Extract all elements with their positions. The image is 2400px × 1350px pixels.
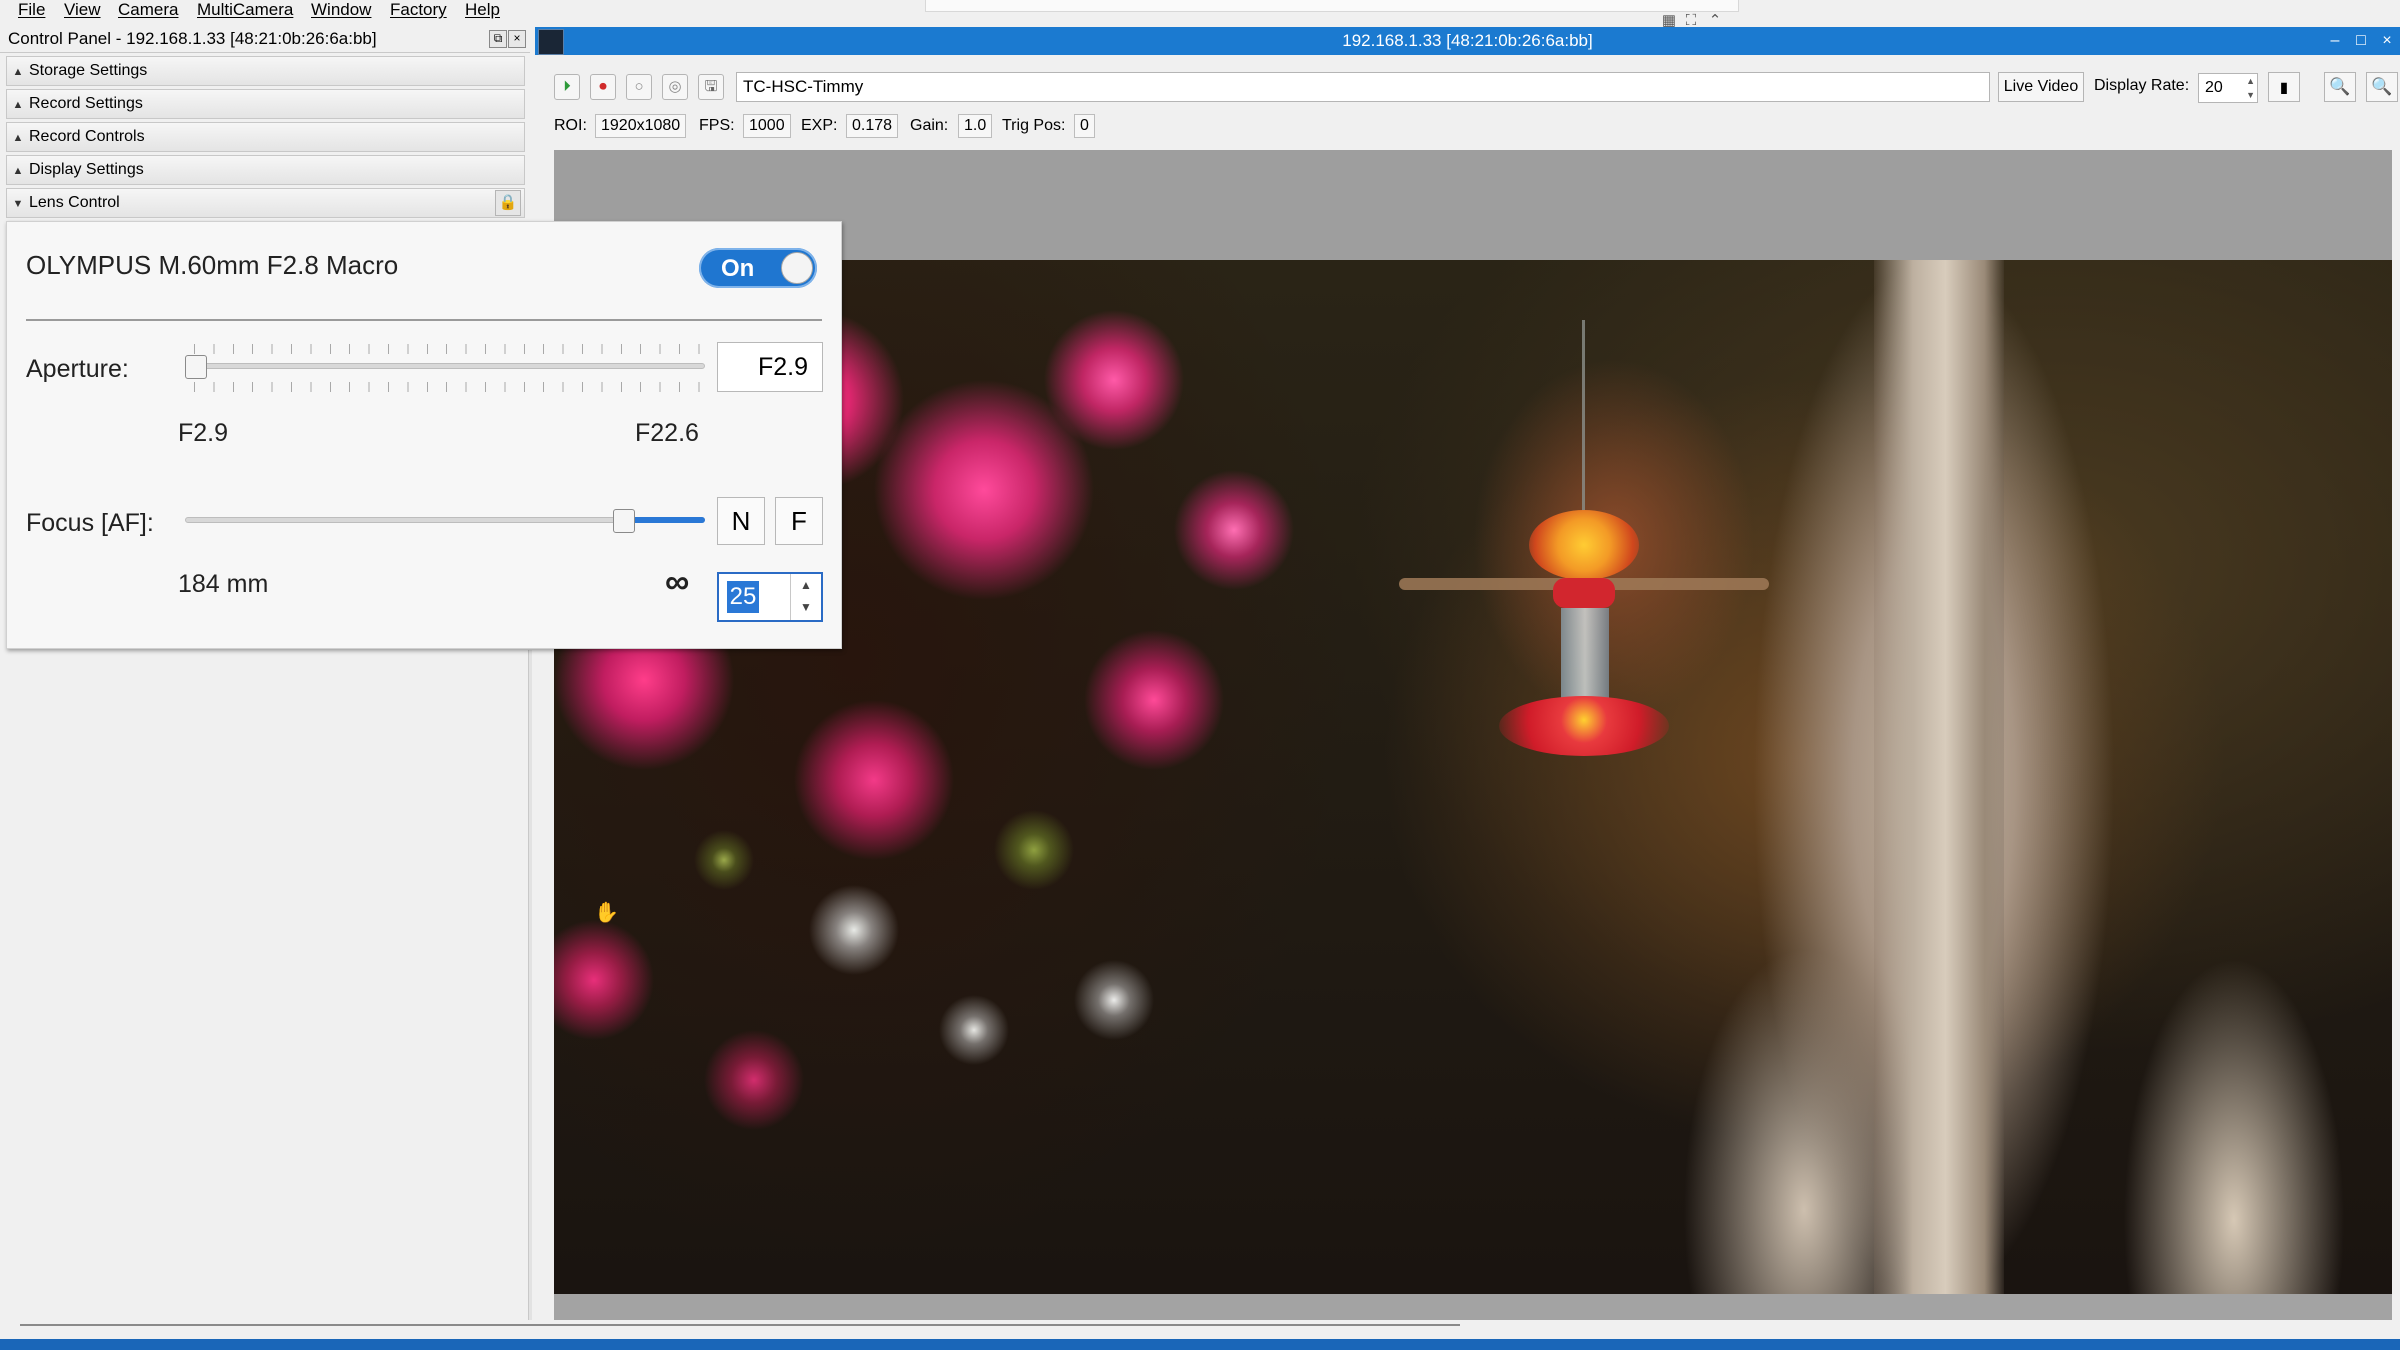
trigger-icon[interactable]: ○ bbox=[626, 74, 652, 100]
spinner-arrows-icon[interactable]: ▲ ▼ bbox=[2246, 74, 2255, 102]
lens-power-toggle[interactable]: On bbox=[699, 248, 817, 288]
display-rate-label: Display Rate: bbox=[2094, 77, 2190, 94]
aperture-max-label: F22.6 bbox=[635, 419, 699, 447]
section-storage-settings[interactable]: ▲ Storage Settings bbox=[6, 56, 525, 86]
floating-toolbar-strip bbox=[925, 0, 1739, 12]
camera-window-title: 192.168.1.33 [48:21:0b:26:6a:bb] bbox=[1342, 31, 1593, 50]
section-label: Lens Control bbox=[29, 194, 120, 211]
record-icon[interactable]: ⏺ bbox=[590, 74, 616, 100]
maximize-icon[interactable]: □ bbox=[2352, 31, 2370, 51]
control-panel-title: Control Panel - 192.168.1.33 [48:21:0b:2… bbox=[0, 25, 530, 53]
focus-far-button[interactable]: F bbox=[775, 497, 823, 545]
focus-distance: 184 mm bbox=[178, 570, 269, 598]
section-label: Display Settings bbox=[29, 161, 144, 178]
menu-factory[interactable]: Factory bbox=[390, 0, 447, 20]
feeder-cap bbox=[1553, 578, 1615, 608]
zoom-out-icon[interactable]: 🔍 bbox=[2366, 72, 2398, 102]
fps-value: 1000 bbox=[743, 114, 791, 138]
roi-label: ROI: bbox=[554, 117, 587, 134]
focus-step-value[interactable]: 25 bbox=[727, 581, 759, 613]
feeder-wire bbox=[1582, 320, 1585, 520]
gain-value: 1.0 bbox=[958, 114, 993, 138]
camera-name-field[interactable]: TC-HSC-Timmy bbox=[736, 72, 1990, 102]
save-icon[interactable]: 🖫 bbox=[698, 74, 724, 100]
collapse-arrow-icon: ▲ bbox=[12, 99, 24, 111]
menu-window[interactable]: Window bbox=[311, 0, 371, 20]
focus-slider-handle[interactable] bbox=[613, 509, 636, 533]
menu-view[interactable]: View bbox=[64, 0, 101, 20]
aperture-ticks-top bbox=[194, 344, 704, 354]
section-display-settings[interactable]: ▲ Display Settings bbox=[6, 155, 525, 185]
menu-help[interactable]: Help bbox=[465, 0, 500, 20]
exp-value: 0.178 bbox=[846, 114, 899, 138]
infinity-icon: ∞ bbox=[665, 563, 690, 601]
focus-near-button[interactable]: N bbox=[717, 497, 765, 545]
play-icon[interactable]: ⏵ bbox=[554, 74, 580, 100]
camera-app-icon bbox=[538, 29, 564, 55]
lens-name: OLYMPUS M.60mm F2.8 Macro bbox=[26, 250, 399, 280]
trig-pos-label: Trig Pos: bbox=[1002, 117, 1066, 134]
collapse-arrow-icon: ▲ bbox=[12, 132, 24, 144]
roi-value: 1920x1080 bbox=[595, 114, 687, 138]
gain-label: Gain: bbox=[910, 117, 949, 134]
hummingbird-feeder bbox=[1399, 320, 1769, 760]
feeder-flower bbox=[1529, 510, 1639, 580]
live-video-button[interactable]: Live Video bbox=[1998, 72, 2084, 102]
panel-splitter[interactable] bbox=[528, 650, 532, 1320]
display-rate-value: 20 bbox=[2205, 79, 2223, 96]
control-panel-title-text: Control Panel - 192.168.1.33 [48:21:0b:2… bbox=[8, 29, 377, 48]
divider bbox=[26, 319, 822, 321]
zoom-in-icon[interactable]: 🔍 bbox=[2324, 72, 2356, 102]
close-icon[interactable]: × bbox=[508, 30, 526, 48]
menu-file[interactable]: File bbox=[18, 0, 45, 20]
menu-camera[interactable]: Camera bbox=[118, 0, 178, 20]
collapse-arrow-icon: ▲ bbox=[12, 66, 24, 78]
toggle-label: On bbox=[721, 255, 755, 282]
section-lens-control[interactable]: ▼ Lens Control 🔒 bbox=[6, 188, 525, 218]
focus-label: Focus [AF]: bbox=[26, 509, 154, 537]
focus-slider-fill bbox=[624, 517, 705, 523]
aperture-slider-track[interactable] bbox=[185, 363, 705, 369]
hand-cursor-icon: ✋ bbox=[594, 902, 619, 924]
pause-button[interactable]: ▮ bbox=[2268, 72, 2300, 102]
horizontal-scrollbar[interactable] bbox=[20, 1324, 1460, 1334]
status-bar bbox=[0, 1339, 2400, 1350]
section-label: Storage Settings bbox=[29, 62, 148, 79]
aperture-ticks-bottom bbox=[194, 382, 704, 392]
tree-trunk bbox=[1874, 260, 2004, 1294]
trig-pos-value: 0 bbox=[1074, 114, 1095, 138]
lens-control-popup: OLYMPUS M.60mm F2.8 Macro On Aperture: F… bbox=[6, 221, 842, 649]
section-record-controls[interactable]: ▲ Record Controls bbox=[6, 122, 525, 152]
control-panel-body bbox=[6, 650, 525, 1320]
stop-icon[interactable]: ◎ bbox=[662, 74, 688, 100]
video-scrollbar[interactable] bbox=[554, 1294, 2392, 1320]
spinner-arrows-icon[interactable]: ▲ ▼ bbox=[790, 574, 821, 620]
camera-window-titlebar: 192.168.1.33 [48:21:0b:26:6a:bb] – □ × bbox=[535, 27, 2400, 55]
lock-icon[interactable]: 🔒 bbox=[495, 190, 521, 216]
aperture-slider-handle[interactable] bbox=[185, 355, 207, 379]
menu-multicamera[interactable]: MultiCamera bbox=[197, 0, 293, 20]
focus-step-spinner[interactable]: 25 ▲ ▼ bbox=[717, 572, 823, 622]
feeder-reservoir bbox=[1561, 608, 1609, 708]
minimize-icon[interactable]: – bbox=[2326, 31, 2344, 51]
aperture-label: Aperture: bbox=[26, 355, 129, 383]
collapse-arrow-icon: ▲ bbox=[12, 165, 24, 177]
section-label: Record Settings bbox=[29, 95, 143, 112]
feeder-base bbox=[1499, 696, 1669, 756]
display-rate-spinner[interactable]: 20 ▲ ▼ bbox=[2198, 73, 2258, 103]
exp-label: EXP: bbox=[801, 117, 838, 134]
fps-label: FPS: bbox=[699, 117, 735, 134]
expand-arrow-icon: ▼ bbox=[12, 198, 24, 210]
undock-icon[interactable]: ⧉ bbox=[489, 30, 507, 48]
aperture-value-field[interactable]: F2.9 bbox=[717, 342, 823, 392]
aperture-min-label: F2.9 bbox=[178, 419, 229, 447]
toggle-knob bbox=[781, 252, 813, 284]
section-label: Record Controls bbox=[29, 128, 145, 145]
close-window-icon[interactable]: × bbox=[2378, 31, 2396, 51]
section-record-settings[interactable]: ▲ Record Settings bbox=[6, 89, 525, 119]
